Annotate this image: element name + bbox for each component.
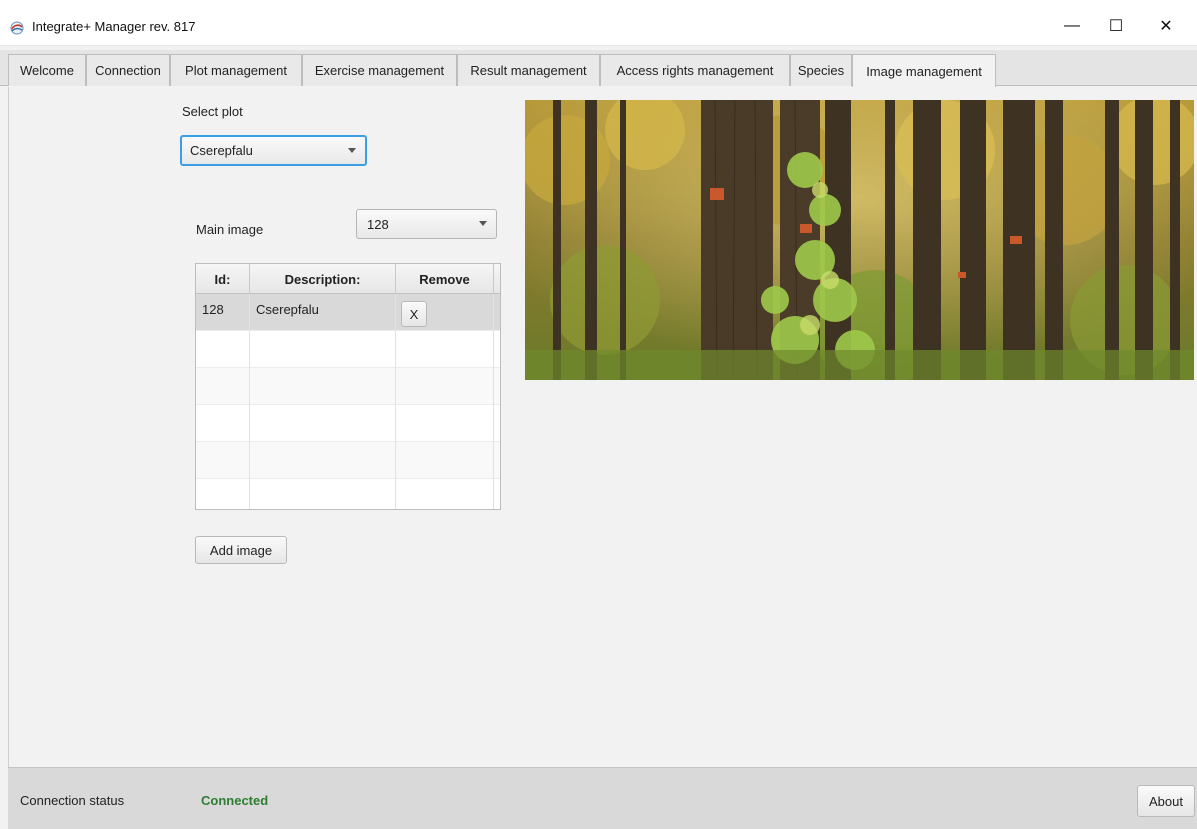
plot-select-dropdown[interactable]: Cserepfalu xyxy=(180,135,367,166)
tab-welcome[interactable]: Welcome xyxy=(8,54,86,86)
connection-status-value: Connected xyxy=(201,793,269,808)
tab-plot-management[interactable]: Plot management xyxy=(170,54,302,86)
chevron-down-icon xyxy=(348,148,356,153)
plot-main-image xyxy=(525,100,1194,380)
forest-photo xyxy=(525,100,1194,380)
column-header-remove[interactable]: Remove xyxy=(396,264,494,294)
minimize-icon[interactable]: — xyxy=(1052,12,1092,40)
connection-status-label: Connection status xyxy=(20,793,125,808)
tab-access-rights-management[interactable]: Access rights management xyxy=(600,54,790,86)
about-button[interactable]: About xyxy=(1137,785,1195,817)
tab-image-management[interactable]: Image management xyxy=(852,54,996,87)
table-row[interactable]: 128 Cserepfalu X xyxy=(196,294,500,331)
main-image-dropdown[interactable]: 128 xyxy=(356,209,497,239)
table-row-empty xyxy=(196,405,500,442)
cell-description: Cserepfalu xyxy=(250,294,396,331)
tab-connection[interactable]: Connection xyxy=(86,54,170,86)
add-image-button[interactable]: Add image xyxy=(195,536,287,564)
main-image-value: 128 xyxy=(367,216,389,232)
tab-result-management[interactable]: Result management xyxy=(457,54,600,86)
table-row-empty xyxy=(196,331,500,368)
main-image-label: Main image xyxy=(196,222,264,237)
tab-exercise-management[interactable]: Exercise management xyxy=(302,54,457,86)
remove-image-button[interactable]: X xyxy=(401,301,427,327)
tab-species[interactable]: Species xyxy=(790,54,852,86)
plot-select-value: Cserepfalu xyxy=(190,143,253,158)
table-row-empty xyxy=(196,479,500,509)
table-header: Id: Description: Remove xyxy=(196,264,500,294)
tab-strip: Welcome Connection Plot management Exerc… xyxy=(0,50,1197,87)
table-row-empty xyxy=(196,368,500,405)
close-icon[interactable]: ✕ xyxy=(1146,12,1186,40)
title-bar: Integrate+ Manager rev. 817 — ☐ ✕ xyxy=(0,0,1197,46)
maximize-icon[interactable]: ☐ xyxy=(1096,12,1136,40)
window-title: Integrate+ Manager rev. 817 xyxy=(32,19,196,34)
column-header-id[interactable]: Id: xyxy=(196,264,250,294)
app-logo-icon xyxy=(10,21,24,35)
column-header-description[interactable]: Description: xyxy=(250,264,396,294)
chevron-down-icon xyxy=(479,221,487,226)
images-table: Id: Description: Remove 128 Cserepfalu X xyxy=(195,263,501,510)
select-plot-label: Select plot xyxy=(182,104,243,119)
table-row-empty xyxy=(196,442,500,479)
cell-id: 128 xyxy=(196,294,250,331)
status-bar xyxy=(8,767,1197,829)
